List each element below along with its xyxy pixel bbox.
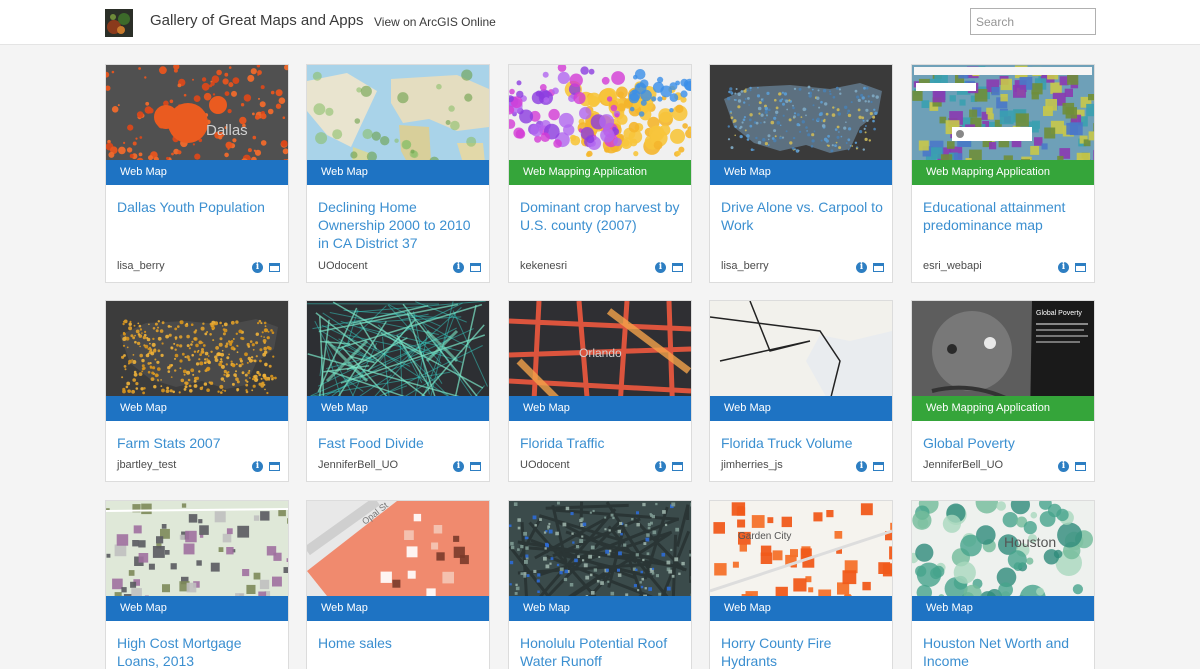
card-title-link[interactable]: Global Poverty xyxy=(923,434,1088,452)
card-owner: kekenesri xyxy=(520,260,568,272)
info-icon[interactable]: i xyxy=(655,262,666,273)
card-owner: JenniferBell_UO xyxy=(923,459,1004,471)
item-type-ribbon: Web Map xyxy=(710,160,892,185)
card-title-link[interactable]: Fast Food Divide xyxy=(318,434,483,452)
gallery-card[interactable]: Opal St Web Map Home sales xyxy=(306,500,490,669)
details-icon[interactable] xyxy=(1075,462,1086,471)
item-type-ribbon: Web Map xyxy=(106,160,288,185)
card-owner: jbartley_test xyxy=(117,459,177,471)
card-title-link[interactable]: Honolulu Potential Roof Water Runoff xyxy=(520,634,685,669)
card-title-link[interactable]: Educational attainment predominance map xyxy=(923,198,1088,234)
gallery-card[interactable]: Web Map Drive Alone vs. Carpool to Work … xyxy=(709,64,893,283)
details-icon[interactable] xyxy=(672,462,683,471)
card-owner: lisa_berry xyxy=(721,260,769,272)
info-icon[interactable]: i xyxy=(453,262,464,273)
info-icon[interactable]: i xyxy=(1058,262,1069,273)
item-type-ribbon: Web Map xyxy=(509,596,691,621)
card-title-link[interactable]: Drive Alone vs. Carpool to Work xyxy=(721,198,886,234)
thumb-label: Houston xyxy=(1004,534,1056,550)
details-icon[interactable] xyxy=(470,462,481,471)
item-type-ribbon: Web Map xyxy=(912,596,1094,621)
card-title-link[interactable]: Florida Traffic xyxy=(520,434,685,452)
details-icon[interactable] xyxy=(1075,263,1086,272)
search-input[interactable] xyxy=(970,8,1096,35)
gallery-card[interactable]: Web Map Farm Stats 2007 jbartley_test i xyxy=(105,300,289,482)
gallery-card[interactable]: Dallas Web Map Dallas Youth Population l… xyxy=(105,64,289,283)
view-on-arcgis-link[interactable]: View on ArcGIS Online xyxy=(374,15,496,29)
gallery-card[interactable]: Web Mapping Application Dominant crop ha… xyxy=(508,64,692,283)
gallery-card[interactable]: Web Mapping Application Educational atta… xyxy=(911,64,1095,283)
info-icon[interactable]: i xyxy=(252,461,263,472)
card-owner: esri_webapi xyxy=(923,260,982,272)
gallery-logo[interactable] xyxy=(105,9,133,37)
item-type-ribbon: Web Map xyxy=(509,396,691,421)
item-type-ribbon: Web Map xyxy=(307,160,489,185)
item-type-ribbon: Web Map xyxy=(710,396,892,421)
item-type-ribbon: Web Mapping Application xyxy=(509,160,691,185)
thumb-label: Garden City xyxy=(738,531,791,542)
item-type-ribbon: Web Mapping Application xyxy=(912,396,1094,421)
site-title: Gallery of Great Maps and Apps xyxy=(150,12,364,29)
card-title-link[interactable]: Farm Stats 2007 xyxy=(117,434,282,452)
item-type-ribbon: Web Mapping Application xyxy=(912,160,1094,185)
card-title-link[interactable]: Houston Net Worth and Income xyxy=(923,634,1088,669)
info-icon[interactable]: i xyxy=(856,461,867,472)
card-title-link[interactable]: Florida Truck Volume xyxy=(721,434,886,452)
details-icon[interactable] xyxy=(269,263,280,272)
gallery-card[interactable]: Web Map High Cost Mortgage Loans, 2013 xyxy=(105,500,289,669)
thumb-label: Dallas xyxy=(206,122,248,139)
thumb-label: Orlando xyxy=(579,346,622,360)
card-title-link[interactable]: High Cost Mortgage Loans, 2013 xyxy=(117,634,282,669)
thumb-label: Global Poverty xyxy=(1036,310,1082,317)
card-owner: jimherries_js xyxy=(721,459,783,471)
info-icon[interactable]: i xyxy=(856,262,867,273)
gallery-card[interactable]: Garden City Web Map Horry County Fire Hy… xyxy=(709,500,893,669)
card-title-link[interactable]: Declining Home Ownership 2000 to 2010 in… xyxy=(318,198,483,252)
item-type-ribbon: Web Map xyxy=(307,396,489,421)
details-icon[interactable] xyxy=(269,462,280,471)
gallery-card[interactable]: Global Poverty Web Mapping Application G… xyxy=(911,300,1095,482)
card-title-link[interactable]: Dominant crop harvest by U.S. county (20… xyxy=(520,198,685,234)
info-icon[interactable]: i xyxy=(252,262,263,273)
item-type-ribbon: Web Map xyxy=(710,596,892,621)
card-owner: UOdocent xyxy=(318,260,368,272)
card-title-link[interactable]: Dallas Youth Population xyxy=(117,198,282,216)
gallery-grid: Dallas Web Map Dallas Youth Population l… xyxy=(105,64,1096,669)
card-title-link[interactable]: Horry County Fire Hydrants xyxy=(721,634,886,669)
details-icon[interactable] xyxy=(470,263,481,272)
info-icon[interactable]: i xyxy=(453,461,464,472)
gallery-card[interactable]: Houston Web Map Houston Net Worth and In… xyxy=(911,500,1095,669)
item-type-ribbon: Web Map xyxy=(106,596,288,621)
card-title-link[interactable]: Home sales xyxy=(318,634,483,652)
gallery-card[interactable]: Web Map Fast Food Divide JenniferBell_UO… xyxy=(306,300,490,482)
gallery-card[interactable]: Orlando Web Map Florida Traffic UOdocent… xyxy=(508,300,692,482)
item-type-ribbon: Web Map xyxy=(106,396,288,421)
details-icon[interactable] xyxy=(873,462,884,471)
card-owner: UOdocent xyxy=(520,459,570,471)
gallery-card[interactable]: Web Map Honolulu Potential Roof Water Ru… xyxy=(508,500,692,669)
details-icon[interactable] xyxy=(873,263,884,272)
card-owner: lisa_berry xyxy=(117,260,165,272)
info-icon[interactable]: i xyxy=(1058,461,1069,472)
gallery-card[interactable]: Web Map Florida Truck Volume jimherries_… xyxy=(709,300,893,482)
item-type-ribbon: Web Map xyxy=(307,596,489,621)
gallery-card[interactable]: Web Map Declining Home Ownership 2000 to… xyxy=(306,64,490,283)
card-owner: JenniferBell_UO xyxy=(318,459,399,471)
details-icon[interactable] xyxy=(672,263,683,272)
top-header: Gallery of Great Maps and Apps View on A… xyxy=(0,0,1200,45)
info-icon[interactable]: i xyxy=(655,461,666,472)
